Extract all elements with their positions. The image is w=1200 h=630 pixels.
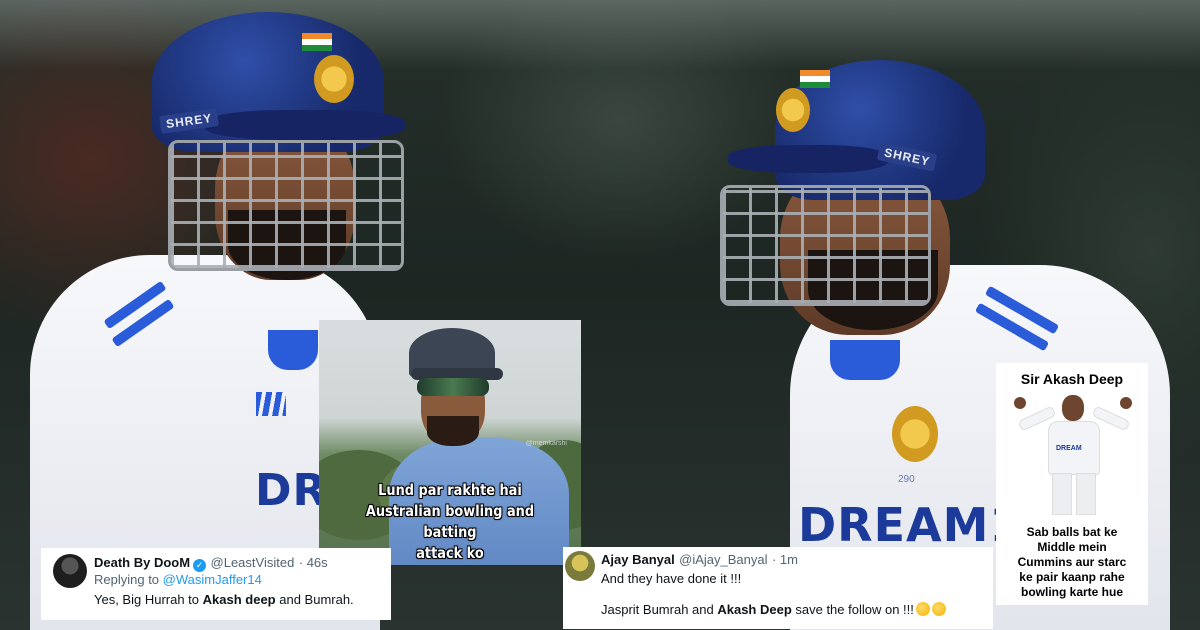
sir-card-title: Sir Akash Deep xyxy=(1020,371,1124,387)
adidas-logo-icon xyxy=(256,392,286,416)
clapping-hands-icon xyxy=(931,602,946,616)
tweet-timestamp[interactable]: · 46s xyxy=(299,555,328,570)
replying-to-label: Replying to xyxy=(94,572,160,587)
chest-bcci-emblem-icon xyxy=(892,406,938,462)
meme-image: @memkarshi Lund par rakhte hai Australia… xyxy=(319,320,581,565)
avatar[interactable] xyxy=(53,554,87,588)
meme-caption-line1: Lund par rakhte hai xyxy=(378,481,522,499)
celebrating-player-figure: DREAM xyxy=(1014,393,1132,515)
tweet-timestamp[interactable]: · 1m xyxy=(772,552,798,567)
tweet-author-name[interactable]: Death By DooM xyxy=(94,555,190,570)
tweet-text-line1: And they have done it !!! xyxy=(601,571,742,586)
bcci-emblem-icon xyxy=(314,55,354,103)
tweet-card-ajay-banyal[interactable]: Ajay Banyal @iAjay_Banyal · 1m And they … xyxy=(563,547,993,629)
tweet-author-name[interactable]: Ajay Banyal xyxy=(601,552,675,567)
sir-card-caption: Sab balls bat ke Middle mein Cummins aur… xyxy=(1017,525,1127,599)
replying-to-handle[interactable]: @WasimJaffer14 xyxy=(163,572,262,587)
right-jersey-number: 290 xyxy=(898,474,915,485)
left-player-grille xyxy=(168,140,404,271)
tweet-card-death-by-doom[interactable]: Death By DooM ✓ @LeastVisited · 46s Reply… xyxy=(41,548,391,620)
sunglasses-icon xyxy=(417,378,489,396)
tweet-text-line2: Jasprit Bumrah and Akash Deep save the f… xyxy=(601,602,946,617)
meme-caption-line2: Australian bowling and batting xyxy=(365,502,535,541)
sir-card-jersey-text: DREAM xyxy=(1056,445,1082,452)
sir-akash-deep-meme: Sir Akash Deep DREAM Sab balls bat ke Mi… xyxy=(996,363,1148,605)
right-bcci-emblem-icon xyxy=(776,88,810,132)
meme-watermark: @memkarshi xyxy=(525,440,567,447)
verified-badge-icon: ✓ xyxy=(193,559,207,572)
right-player-grille xyxy=(720,185,931,306)
tweet-text: Yes, Big Hurrah to Akash deep and Bumrah… xyxy=(94,592,354,607)
tweet-author-handle[interactable]: @iAjay_Banyal xyxy=(679,552,767,567)
clapping-hands-icon xyxy=(915,602,930,616)
tweet-author-handle[interactable]: @LeastVisited xyxy=(211,555,295,570)
avatar[interactable] xyxy=(565,551,595,581)
